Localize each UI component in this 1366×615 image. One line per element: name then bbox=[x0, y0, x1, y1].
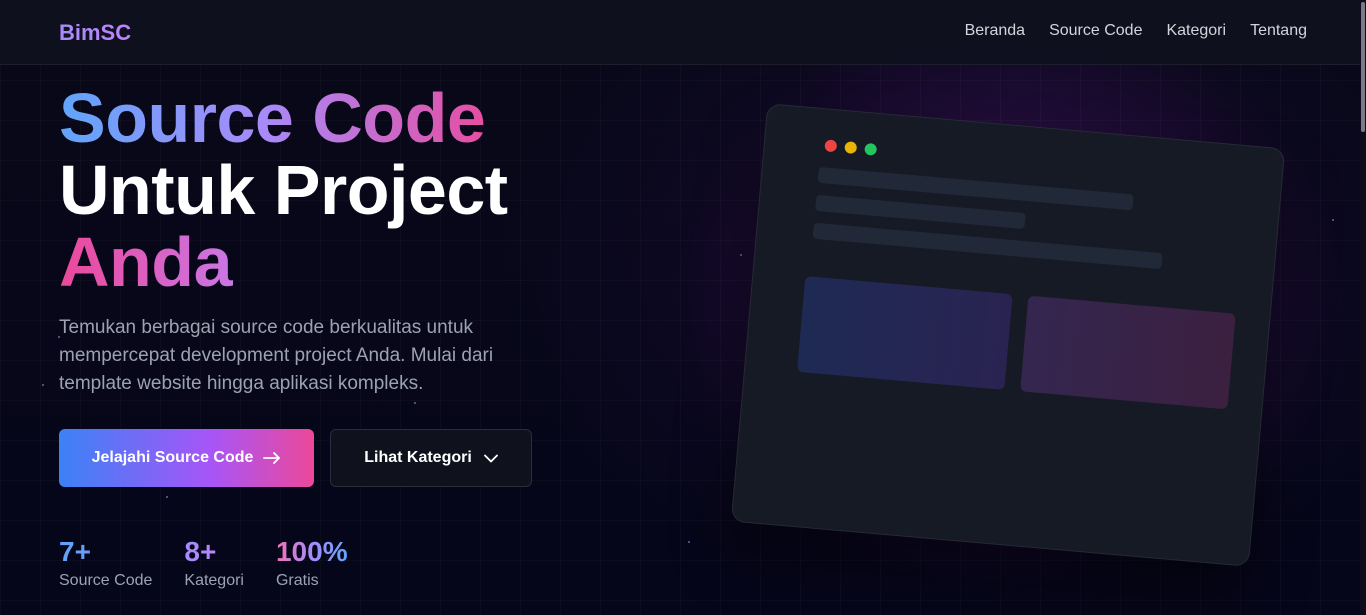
headline-line-1: Source Code bbox=[59, 82, 508, 154]
nav-item-kategori[interactable]: Kategori bbox=[1166, 22, 1226, 40]
explore-button-label: Jelajahi Source Code bbox=[91, 449, 254, 466]
hero-subtitle: Temukan berbagai source code berkualitas… bbox=[59, 317, 494, 394]
stat-label: Gratis bbox=[275, 572, 319, 589]
stat-label: Kategori bbox=[184, 572, 244, 589]
background-star bbox=[166, 496, 168, 498]
hero-stats: 7+ Source Code 8+ Kategori 100% Gratis bbox=[59, 535, 348, 590]
explore-source-code-button[interactable]: Jelajahi Source Code bbox=[59, 429, 314, 487]
code-window-mockup bbox=[730, 103, 1286, 567]
headline-line-3: Anda bbox=[59, 226, 508, 298]
placeholder-card bbox=[1020, 295, 1236, 410]
chevron-down-icon bbox=[483, 454, 498, 463]
window-close-dot bbox=[824, 139, 838, 153]
nav-item-tentang[interactable]: Tentang bbox=[1250, 22, 1307, 40]
background-star bbox=[688, 541, 690, 543]
background-star bbox=[42, 384, 44, 386]
background-star bbox=[740, 254, 742, 256]
background-star bbox=[1332, 219, 1334, 221]
categories-button-label: Lihat Kategori bbox=[364, 449, 472, 466]
stat-value: 7+ bbox=[59, 535, 152, 569]
scrollbar-thumb[interactable] bbox=[1361, 2, 1365, 132]
stat-source-code: 7+ Source Code bbox=[59, 535, 152, 590]
headline-line-2: Untuk Project bbox=[59, 151, 508, 229]
window-minimize-dot bbox=[844, 141, 858, 155]
nav-item-beranda[interactable]: Beranda bbox=[965, 22, 1026, 40]
stat-label: Source Code bbox=[59, 572, 153, 589]
stat-value: 100% bbox=[275, 536, 348, 567]
window-maximize-dot bbox=[864, 142, 878, 156]
stat-gratis: 100% Gratis bbox=[276, 535, 348, 590]
background-star bbox=[414, 402, 416, 404]
stat-kategori: 8+ Kategori bbox=[184, 535, 244, 590]
top-navbar: BimSC Beranda Source Code Kategori Tenta… bbox=[0, 0, 1366, 65]
view-categories-button[interactable]: Lihat Kategori bbox=[330, 429, 532, 487]
nav-item-source-code[interactable]: Source Code bbox=[1049, 22, 1142, 40]
stat-value: 8+ bbox=[184, 535, 244, 569]
placeholder-line bbox=[812, 222, 1163, 270]
brand-logo[interactable]: BimSC bbox=[59, 20, 131, 46]
placeholder-card bbox=[796, 276, 1013, 390]
arrow-right-icon bbox=[263, 452, 281, 464]
page-scrollbar[interactable] bbox=[1360, 0, 1366, 615]
placeholder-line bbox=[815, 194, 1026, 230]
hero-headline: Source Code Untuk Project Anda bbox=[59, 82, 508, 298]
nav-links: Beranda Source Code Kategori Tentang bbox=[965, 22, 1307, 40]
